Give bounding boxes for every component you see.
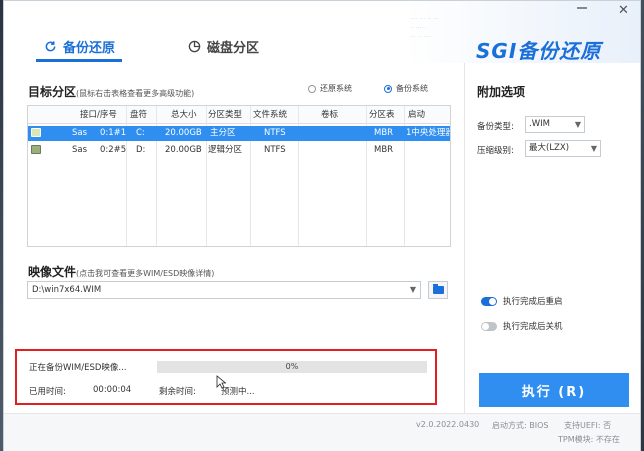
restart-toggle[interactable]: [481, 297, 497, 306]
elapsed-value: 00:00:04: [93, 385, 132, 395]
toggle-knob: [489, 298, 496, 305]
chevron-down-icon: ▼: [574, 120, 581, 129]
chevron-down-icon: ▼: [590, 144, 597, 153]
header-filesystem: 文件系统: [253, 110, 288, 120]
disk-icon: [31, 128, 41, 137]
tab-disk-partition-label: 磁盘分区: [207, 41, 260, 56]
remaining-label: 剩余时间:: [159, 387, 196, 397]
cell-drive: D:: [136, 145, 146, 155]
cell-partition-table: MBR: [374, 145, 394, 155]
cell-size: 20.00GB: [165, 128, 202, 138]
radio-backup-label: 备份系统: [396, 84, 428, 93]
shutdown-toggle[interactable]: [481, 322, 497, 331]
radio-backup-dot: [384, 84, 392, 93]
app-window: ···· ··· ·· ··· ·· ···· · ··· ·· ···· 备份还原…: [3, 0, 641, 451]
image-path-value: D:\win7x64.WIM: [32, 285, 102, 295]
cell-interface: Sas: [72, 128, 88, 138]
options-title: 附加选项: [477, 85, 526, 99]
chevron-down-icon: ▼: [409, 285, 416, 294]
cell-filesystem: NTFS: [264, 128, 286, 138]
backup-type-value: .WIM: [529, 119, 550, 129]
progress-bar: 0%: [157, 361, 427, 373]
cell-boot: 1中央处理器: [406, 128, 451, 138]
cell-drive: C:: [136, 128, 145, 138]
cell-partition-type: 主分区: [210, 128, 236, 138]
toggle-knob: [482, 323, 489, 330]
minimize-icon[interactable]: [577, 7, 587, 9]
task-status-text: 正在备份WIM/ESD映像...: [29, 363, 127, 373]
tpm-module-text: TPM模块: 不存在: [558, 435, 620, 444]
image-file-title-text: 映像文件: [28, 265, 77, 279]
close-icon[interactable]: ✕: [618, 3, 629, 18]
active-tab-indicator: [36, 59, 122, 62]
tab-disk-partition[interactable]: 磁盘分区: [188, 37, 259, 56]
mouse-cursor-icon: [216, 375, 226, 389]
radio-backup-system[interactable]: 备份系统: [384, 83, 428, 94]
header-drive: 盘符: [130, 110, 148, 120]
cell-filesystem: NTFS: [264, 145, 286, 155]
compression-select[interactable]: 最大(LZX) ▼: [525, 140, 601, 157]
header-partition-table: 分区表: [369, 110, 395, 120]
disk-icon: [31, 145, 41, 154]
header-interface: 接口/序号: [80, 110, 117, 120]
image-file-title[interactable]: 映像文件(点击我可查看更多WIM/ESD映像详情): [28, 263, 214, 280]
boot-mode-text: 启动方式: BIOS: [492, 421, 549, 430]
image-path-select[interactable]: D:\win7x64.WIM ▼: [27, 281, 421, 299]
compression-value: 最大(LZX): [529, 143, 570, 153]
refresh-icon: [45, 41, 56, 52]
backup-type-label: 备份类型:: [477, 122, 514, 132]
tab-backup-restore[interactable]: 备份还原: [44, 37, 115, 56]
header-partition-type: 分区类型: [208, 110, 243, 120]
image-file-subtitle[interactable]: (点击我可查看更多WIM/ESD映像详情): [76, 269, 214, 278]
app-logo: SGI备份还原: [476, 39, 602, 63]
cell-interface: Sas: [72, 145, 88, 155]
execute-button[interactable]: 执行 (R): [479, 373, 629, 407]
pie-chart-icon: [188, 40, 201, 53]
radio-restore-system[interactable]: 还原系统: [308, 83, 352, 94]
version-text: v2.0.2022.0430: [416, 420, 480, 429]
main-panel: 目标分区(鼠标右击表格查看更多高级功能) 还原系统 备份系统 接口/序号 盘符 …: [4, 63, 464, 451]
progress-percent: 0%: [285, 362, 299, 371]
shutdown-toggle-label: 执行完成后关机: [503, 322, 563, 332]
radio-restore-dot: [308, 84, 316, 93]
cell-partition-type: 逻辑分区: [208, 145, 243, 155]
status-footer: v2.0.2022.0430 启动方式: BIOS 支持UEFI: 否 TPM模…: [4, 413, 640, 451]
elapsed-label: 已用时间:: [29, 387, 66, 397]
remaining-value: 预测中...: [221, 387, 255, 397]
restart-toggle-label: 执行完成后重启: [503, 297, 563, 307]
cell-index: 0:1#1: [100, 128, 127, 138]
compression-label: 压缩级别:: [477, 146, 514, 156]
progress-highlight-box: 正在备份WIM/ESD映像... 0% 已用时间: 00:00:04 剩余时间:…: [15, 349, 437, 405]
uefi-support-text: 支持UEFI: 否: [564, 421, 612, 430]
header-size: 总大小: [171, 110, 197, 120]
partition-table[interactable]: 接口/序号 盘符 总大小 分区类型 文件系统 卷标 分区表 启动 Sas 0:1…: [27, 105, 451, 247]
banner-decoration: ···· ··· ·· ··· ·· ···· · ··· ·· ····: [410, 16, 439, 41]
header-volume-label: 卷标: [321, 110, 339, 120]
target-subtitle: (鼠标右击表格查看更多高级功能): [76, 89, 195, 98]
table-header: 接口/序号 盘符 总大小 分区类型 文件系统 卷标 分区表 启动: [28, 106, 450, 124]
cell-index: 0:2#5: [100, 145, 127, 155]
header-boot: 启动: [408, 110, 426, 120]
backup-type-select[interactable]: .WIM ▼: [525, 116, 585, 133]
top-bar: ···· ··· ·· ··· ·· ···· · ··· ·· ···· 备份还原…: [4, 1, 640, 63]
radio-restore-label: 还原系统: [320, 84, 352, 93]
browse-folder-button[interactable]: [428, 281, 448, 299]
target-partition-title: 目标分区(鼠标右击表格查看更多高级功能): [28, 83, 194, 100]
folder-icon: [432, 284, 444, 294]
cell-partition-table: MBR: [374, 128, 394, 138]
table-row[interactable]: Sas 0:2#5 D: 20.00GB 逻辑分区 NTFS MBR: [28, 143, 450, 158]
table-row[interactable]: Sas 0:1#1 C: 20.00GB 主分区 NTFS MBR 1中央处理器: [28, 126, 451, 141]
target-title-text: 目标分区: [28, 85, 77, 99]
cell-size: 20.00GB: [165, 145, 202, 155]
tab-backup-restore-label: 备份还原: [63, 41, 116, 56]
